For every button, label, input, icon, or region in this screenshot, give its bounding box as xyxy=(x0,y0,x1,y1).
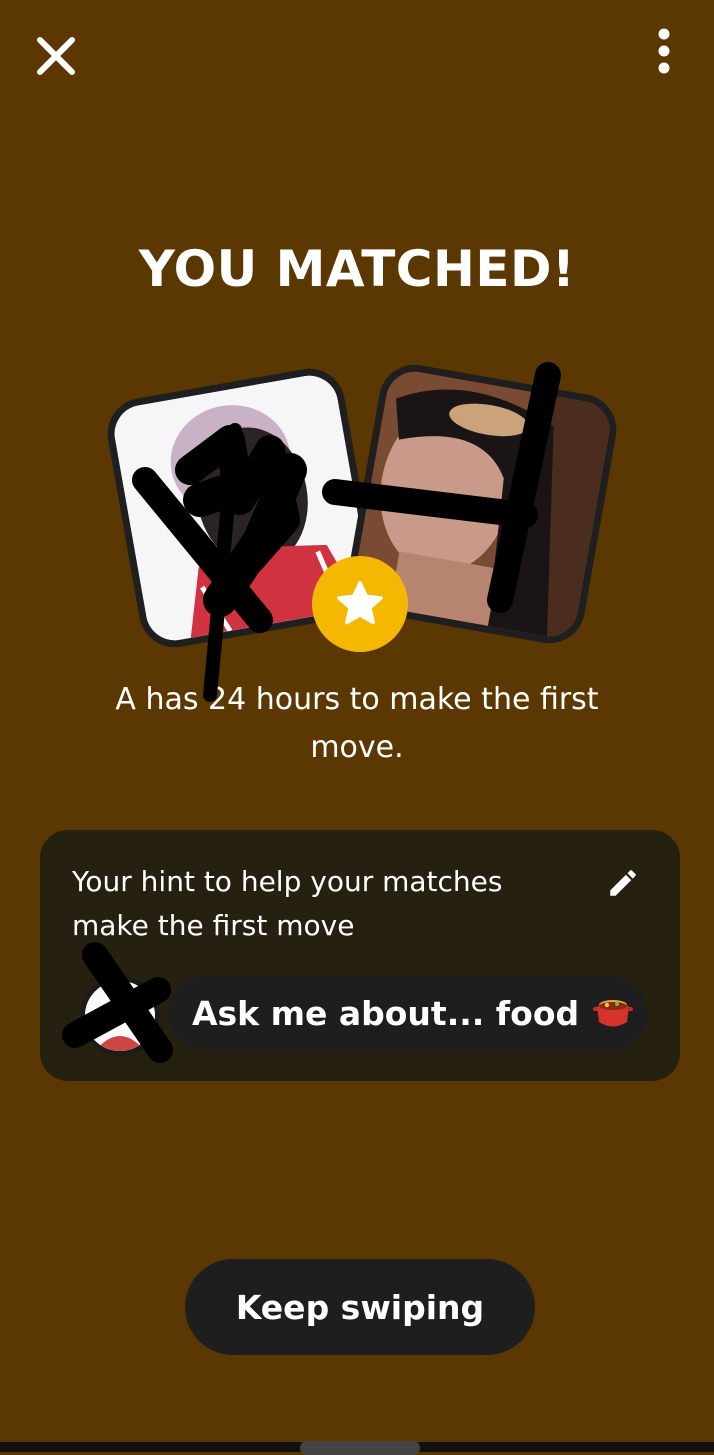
hint-card: Your hint to help your matches make the … xyxy=(40,830,680,1081)
more-options-button[interactable] xyxy=(644,26,684,76)
keep-swiping-button[interactable]: Keep swiping xyxy=(185,1259,535,1355)
super-swipe-badge xyxy=(312,556,408,652)
cooking-pot-icon xyxy=(593,1000,634,1027)
hint-text: Ask me about... food xyxy=(192,993,580,1033)
close-icon xyxy=(37,37,75,75)
edit-hint-button[interactable] xyxy=(606,866,640,900)
more-vertical-icon xyxy=(658,28,670,74)
star-icon xyxy=(337,580,383,625)
home-indicator[interactable] xyxy=(300,1441,420,1455)
pencil-icon xyxy=(610,870,636,896)
avatar xyxy=(80,976,160,1056)
match-title: YOU MATCHED! xyxy=(138,240,576,298)
hint-heading: Your hint to help your matches make the … xyxy=(72,865,503,942)
close-button[interactable] xyxy=(30,30,82,82)
first-move-message: A has 24 hours to make the first move. xyxy=(115,682,599,765)
hint-pill[interactable]: Ask me about... food xyxy=(168,976,648,1050)
